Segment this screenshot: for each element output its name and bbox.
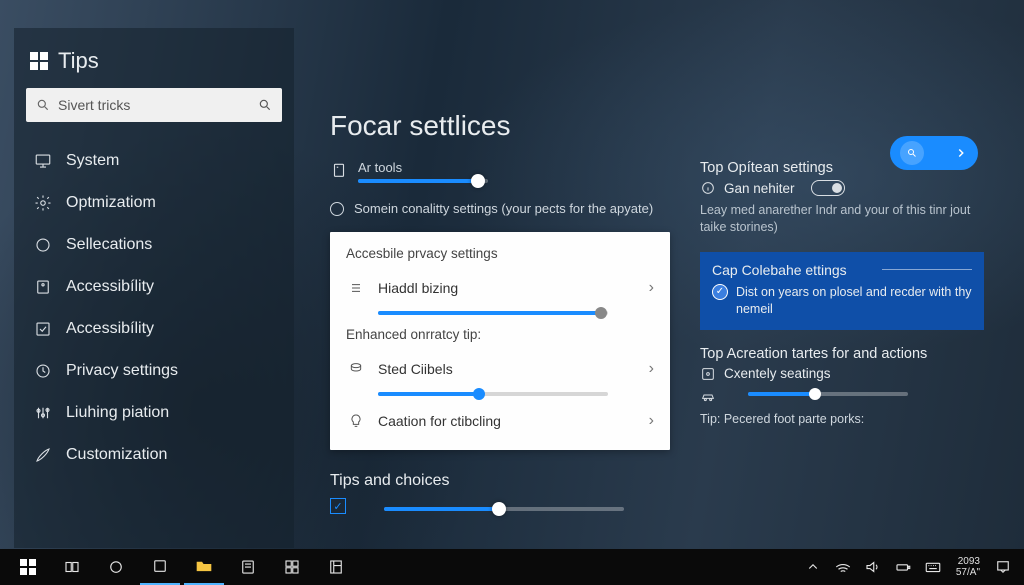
sidebar-item-label: Customization	[66, 446, 167, 464]
file-explorer-button[interactable]	[184, 549, 224, 585]
accessibility-icon	[34, 278, 52, 296]
cxentely-label: Cxentely seatings	[724, 366, 831, 381]
bulb-icon	[346, 413, 366, 429]
ar-tools-slider[interactable]	[358, 179, 488, 183]
acreation-title: Top Acreation tartes for and actions	[700, 346, 984, 362]
card-row-label: Caation for ctibcling	[378, 413, 637, 429]
taskbar-app-2[interactable]	[228, 549, 268, 585]
sidebar-item-system[interactable]: System	[26, 140, 282, 182]
radio-icon	[330, 202, 344, 216]
network-icon[interactable]	[830, 549, 856, 585]
sidebar-item-label: Privacy settings	[66, 362, 178, 380]
windows-logo-icon	[20, 559, 36, 575]
card-heading-1: Accesbile prvacy settings	[346, 246, 654, 261]
sidebar-item-label: System	[66, 152, 119, 170]
keyboard-icon[interactable]	[920, 549, 946, 585]
battery-icon[interactable]	[890, 549, 916, 585]
tips-heading: Tips and choices	[330, 472, 670, 490]
divider	[882, 269, 972, 270]
colebahe-title: Cap Colebahe ettings	[712, 262, 847, 278]
check-circle-icon: ✓	[712, 284, 728, 300]
tips-slider[interactable]	[384, 507, 624, 511]
main-content: Focar settlices Ar tools Somein conalitt…	[330, 110, 1004, 514]
card-row-label: Sted Ciibels	[378, 361, 637, 377]
search-icon	[36, 98, 50, 112]
coniality-radio[interactable]: Somein conalitty settings (your pects fo…	[330, 201, 670, 216]
info-icon	[700, 180, 716, 196]
card-row-label: Hiaddl bizing	[378, 280, 637, 296]
clock-time: 2093	[956, 556, 980, 567]
sidebar-item-label: Sellecations	[66, 236, 152, 254]
start-button[interactable]	[8, 549, 48, 585]
taskbar-clock[interactable]: 2093 57/A"	[950, 556, 986, 578]
check-square-icon	[34, 320, 52, 338]
search-toggle-pill[interactable]	[890, 136, 978, 170]
radio-label: Somein conalitty settings (your pects fo…	[354, 201, 653, 216]
sidebar-item-label: Accessibílity	[66, 320, 154, 338]
sidebar: Tips Sivert tricks System Optmizatiom Se…	[14, 28, 294, 548]
taskbar: 2093 57/A"	[0, 549, 1024, 585]
app-title: Tips	[30, 48, 278, 74]
list-icon	[346, 280, 366, 296]
chevron-right-icon	[954, 146, 968, 160]
search-action-icon[interactable]	[258, 98, 272, 112]
sidebar-item-label: Optmizatiom	[66, 194, 156, 212]
sidebar-item-optimization[interactable]: Optmizatiom	[26, 182, 282, 224]
settings-square-icon	[700, 366, 716, 382]
system-icon	[34, 152, 52, 170]
chevron-right-icon: ›	[649, 279, 654, 297]
cortana-button[interactable]	[96, 549, 136, 585]
sidebar-item-privacy[interactable]: Privacy settings	[26, 350, 282, 392]
sidebar-item-accessibility-2[interactable]: Accessibílity	[26, 308, 282, 350]
sidebar-item-customization[interactable]: Customization	[26, 434, 282, 476]
windows-logo-icon	[30, 52, 48, 70]
taskbar-app-3[interactable]	[272, 549, 312, 585]
sted-slider[interactable]	[378, 392, 608, 396]
sidebar-item-accessibility-1[interactable]: Accessibílity	[26, 266, 282, 308]
card-heading-2: Enhanced onrratcy tip:	[346, 327, 654, 342]
privacy-card: Accesbile prvacy settings Hiaddl bizing …	[330, 232, 670, 450]
colebahe-desc: Dist on years on plosel and recder with …	[736, 284, 972, 318]
gear-icon	[34, 194, 52, 212]
sidebar-item-sellecations[interactable]: Sellecations	[26, 224, 282, 266]
privacy-icon	[34, 362, 52, 380]
opitean-desc: Leay med anarether Indr and your of this…	[700, 202, 984, 236]
card-row-hiaddl[interactable]: Hiaddl bizing ›	[346, 269, 654, 307]
clock-sub: 57/A"	[956, 567, 980, 578]
brush-icon	[34, 446, 52, 464]
cxentely-slider[interactable]	[748, 392, 908, 396]
card-row-sted[interactable]: Sted Ciibels ›	[346, 350, 654, 388]
taskbar-app-1[interactable]	[140, 549, 180, 585]
search-placeholder: Sivert tricks	[58, 97, 130, 113]
stack-icon	[346, 361, 366, 377]
action-center-icon[interactable]	[990, 549, 1016, 585]
gan-toggle[interactable]	[811, 180, 845, 196]
colebahe-card[interactable]: Cap Colebahe ettings ✓ Dist on years on …	[700, 252, 984, 330]
chevron-right-icon: ›	[649, 412, 654, 430]
app-title-text: Tips	[58, 48, 99, 74]
tip-footer: Tip: Pecered foot parte porks:	[700, 412, 984, 426]
circle-icon	[34, 236, 52, 254]
car-icon	[700, 389, 716, 405]
volume-icon[interactable]	[860, 549, 886, 585]
sliders-icon	[34, 404, 52, 422]
card-row-caation[interactable]: Caation for ctibcling ›	[346, 402, 654, 440]
gan-label: Gan nehiter	[724, 181, 795, 196]
ar-tools-label: Ar tools	[358, 160, 670, 175]
sidebar-item-label: Accessibílity	[66, 278, 154, 296]
taskview-button[interactable]	[52, 549, 92, 585]
search-input[interactable]: Sivert tricks	[26, 88, 282, 122]
search-icon	[900, 141, 924, 165]
sidebar-item-liuhing[interactable]: Liuhing piation	[26, 392, 282, 434]
tray-up-icon[interactable]	[800, 549, 826, 585]
sidebar-item-label: Liuhing piation	[66, 404, 169, 422]
hiaddl-slider[interactable]	[378, 311, 608, 315]
document-icon	[330, 162, 348, 180]
checkbox-icon[interactable]: ✓	[330, 498, 346, 514]
chevron-right-icon: ›	[649, 360, 654, 378]
taskbar-app-4[interactable]	[316, 549, 356, 585]
